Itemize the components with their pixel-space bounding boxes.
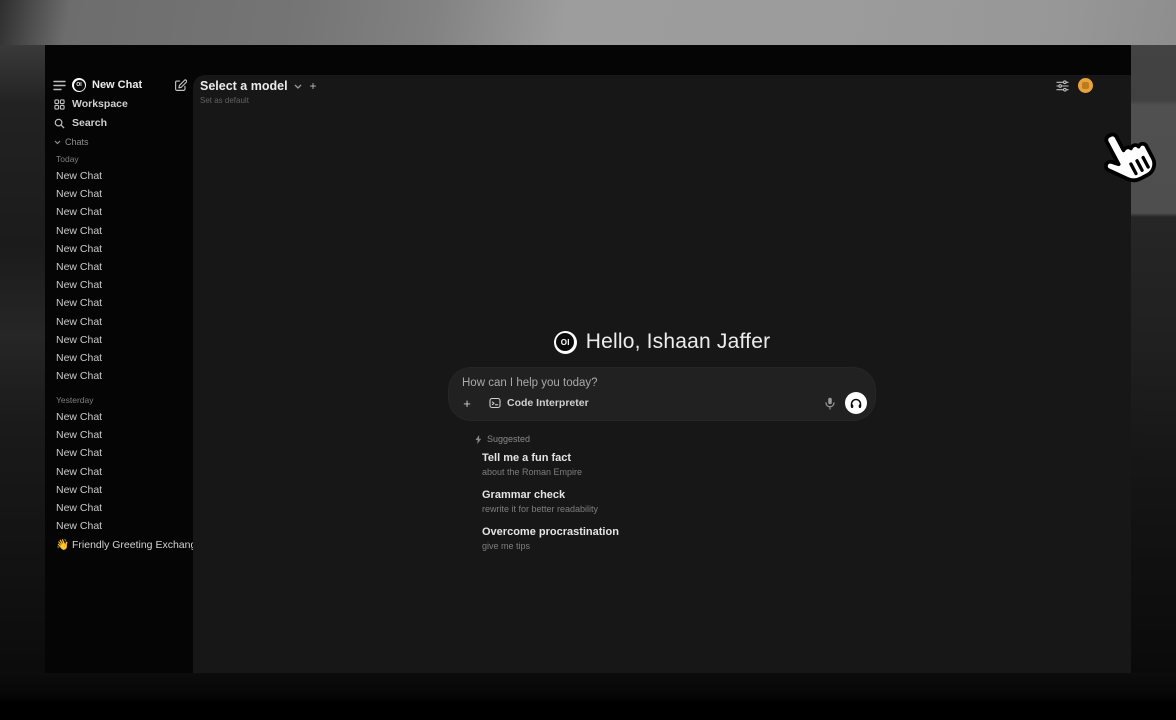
code-interpreter-icon <box>489 397 501 409</box>
bolt-icon <box>475 435 482 444</box>
settings-sliders-icon[interactable] <box>1056 80 1069 92</box>
chat-list-item[interactable]: New Chat <box>45 331 193 349</box>
chat-list-item[interactable]: New Chat <box>45 481 193 499</box>
prompt-subtitle: rewrite it for better readability <box>482 504 875 514</box>
suggested-section: Suggested Tell me a fun fact about the R… <box>449 434 875 551</box>
chat-list-item[interactable]: New Chat <box>45 426 193 444</box>
chat-list-item[interactable]: New Chat <box>45 276 193 294</box>
prompt-subtitle: give me tips <box>482 541 875 551</box>
prompt-subtitle: about the Roman Empire <box>482 467 875 477</box>
model-bar: Select a model + Set as default <box>200 79 317 105</box>
workspace-label: Workspace <box>72 98 128 110</box>
chat-list-item[interactable]: New Chat <box>45 258 193 276</box>
new-chat-icon[interactable] <box>174 79 187 92</box>
chat-panel: Select a model + Set as default OI Hello… <box>193 75 1131 673</box>
workspace-grid-icon <box>53 99 65 110</box>
app-logo-large-icon: OI <box>554 331 577 354</box>
chat-list-item[interactable]: New Chat <box>45 408 193 426</box>
sidebar-title: New Chat <box>92 79 142 91</box>
model-selector[interactable]: Select a model <box>200 79 288 93</box>
date-group-label-today: Today <box>56 154 79 164</box>
avatar-glyph <box>1082 82 1089 89</box>
input-toolbar: + Code Interpreter <box>459 392 867 414</box>
chat-list-item[interactable]: New Chat <box>45 240 193 258</box>
sidebar-item-workspace[interactable]: Workspace <box>53 96 187 112</box>
sidebar-item-search[interactable]: Search <box>53 115 187 131</box>
chat-list-item[interactable]: New Chat <box>45 313 193 331</box>
suggested-prompt-list: Tell me a fun fact about the Roman Empir… <box>482 452 875 551</box>
sidebar: OI New Chat Workspace Search Chats <box>45 45 193 673</box>
app-window: OI New Chat Workspace Search Chats <box>45 45 1131 673</box>
microphone-icon[interactable] <box>825 397 835 410</box>
wallpaper-bottom-band <box>0 673 1176 720</box>
voice-call-button[interactable] <box>845 392 867 414</box>
chat-list-item[interactable]: New Chat <box>45 463 193 481</box>
prompt-title: Grammar check <box>482 489 875 502</box>
chat-list-yesterday: New ChatNew ChatNew ChatNew ChatNew Chat… <box>45 408 193 535</box>
prompt-title: Overcome procrastination <box>482 526 875 539</box>
set-as-default-button[interactable]: Set as default <box>200 96 317 105</box>
topbar-right-controls <box>1056 78 1093 93</box>
prompt-title: Tell me a fun fact <box>482 452 875 465</box>
chats-section-label: Chats <box>65 137 89 147</box>
suggested-prompt[interactable]: Overcome procrastination give me tips <box>482 526 875 551</box>
chat-list-item[interactable]: New Chat <box>45 222 193 240</box>
add-model-button[interactable]: + <box>310 79 317 93</box>
welcome-column: OI Hello, Ishaan Jaffer How can I help y… <box>449 327 875 563</box>
chat-list-item[interactable]: New Chat <box>45 294 193 312</box>
app-logo-icon: OI <box>72 78 86 92</box>
suggested-prompt[interactable]: Grammar check rewrite it for better read… <box>482 489 875 514</box>
attach-plus-button[interactable]: + <box>459 395 475 411</box>
model-chevron-down-icon[interactable] <box>294 84 302 89</box>
wallpaper-left-band <box>0 45 45 697</box>
wallpaper-right-band <box>1131 45 1176 697</box>
greeting-row: OI Hello, Ishaan Jaffer <box>449 327 875 357</box>
suggested-label: Suggested <box>487 434 530 444</box>
sidebar-toggle-icon[interactable] <box>53 80 66 91</box>
message-input-placeholder[interactable]: How can I help you today? <box>462 377 598 389</box>
chat-list-item[interactable]: New Chat <box>45 367 193 385</box>
search-label: Search <box>72 117 107 129</box>
chat-list-item-named[interactable]: 👋 Friendly Greeting Exchange <box>56 538 202 551</box>
greeting-text: Hello, Ishaan Jaffer <box>586 330 771 354</box>
chat-list-item[interactable]: New Chat <box>45 185 193 203</box>
sidebar-header: OI New Chat <box>53 76 187 94</box>
date-group-label-yesterday: Yesterday <box>56 395 94 405</box>
chat-list-item[interactable]: New Chat <box>45 499 193 517</box>
chat-list-item[interactable]: New Chat <box>45 203 193 221</box>
search-icon <box>53 118 65 129</box>
code-interpreter-toggle[interactable]: Code Interpreter <box>489 397 589 409</box>
chat-list-item[interactable]: New Chat <box>45 349 193 367</box>
message-input-box[interactable]: How can I help you today? + Code Interpr… <box>449 368 875 420</box>
chat-list-item[interactable]: New Chat <box>45 517 193 535</box>
suggested-header: Suggested <box>475 434 875 444</box>
user-avatar[interactable] <box>1078 78 1093 93</box>
wallpaper-top-band <box>0 0 1176 45</box>
code-interpreter-label: Code Interpreter <box>507 397 589 409</box>
chat-list-item[interactable]: New Chat <box>45 444 193 462</box>
chevron-down-icon <box>54 140 61 145</box>
suggested-prompt[interactable]: Tell me a fun fact about the Roman Empir… <box>482 452 875 477</box>
chats-section-toggle[interactable]: Chats <box>54 137 89 147</box>
chat-list-item[interactable]: New Chat <box>45 167 193 185</box>
chat-list-today: New ChatNew ChatNew ChatNew ChatNew Chat… <box>45 167 193 385</box>
